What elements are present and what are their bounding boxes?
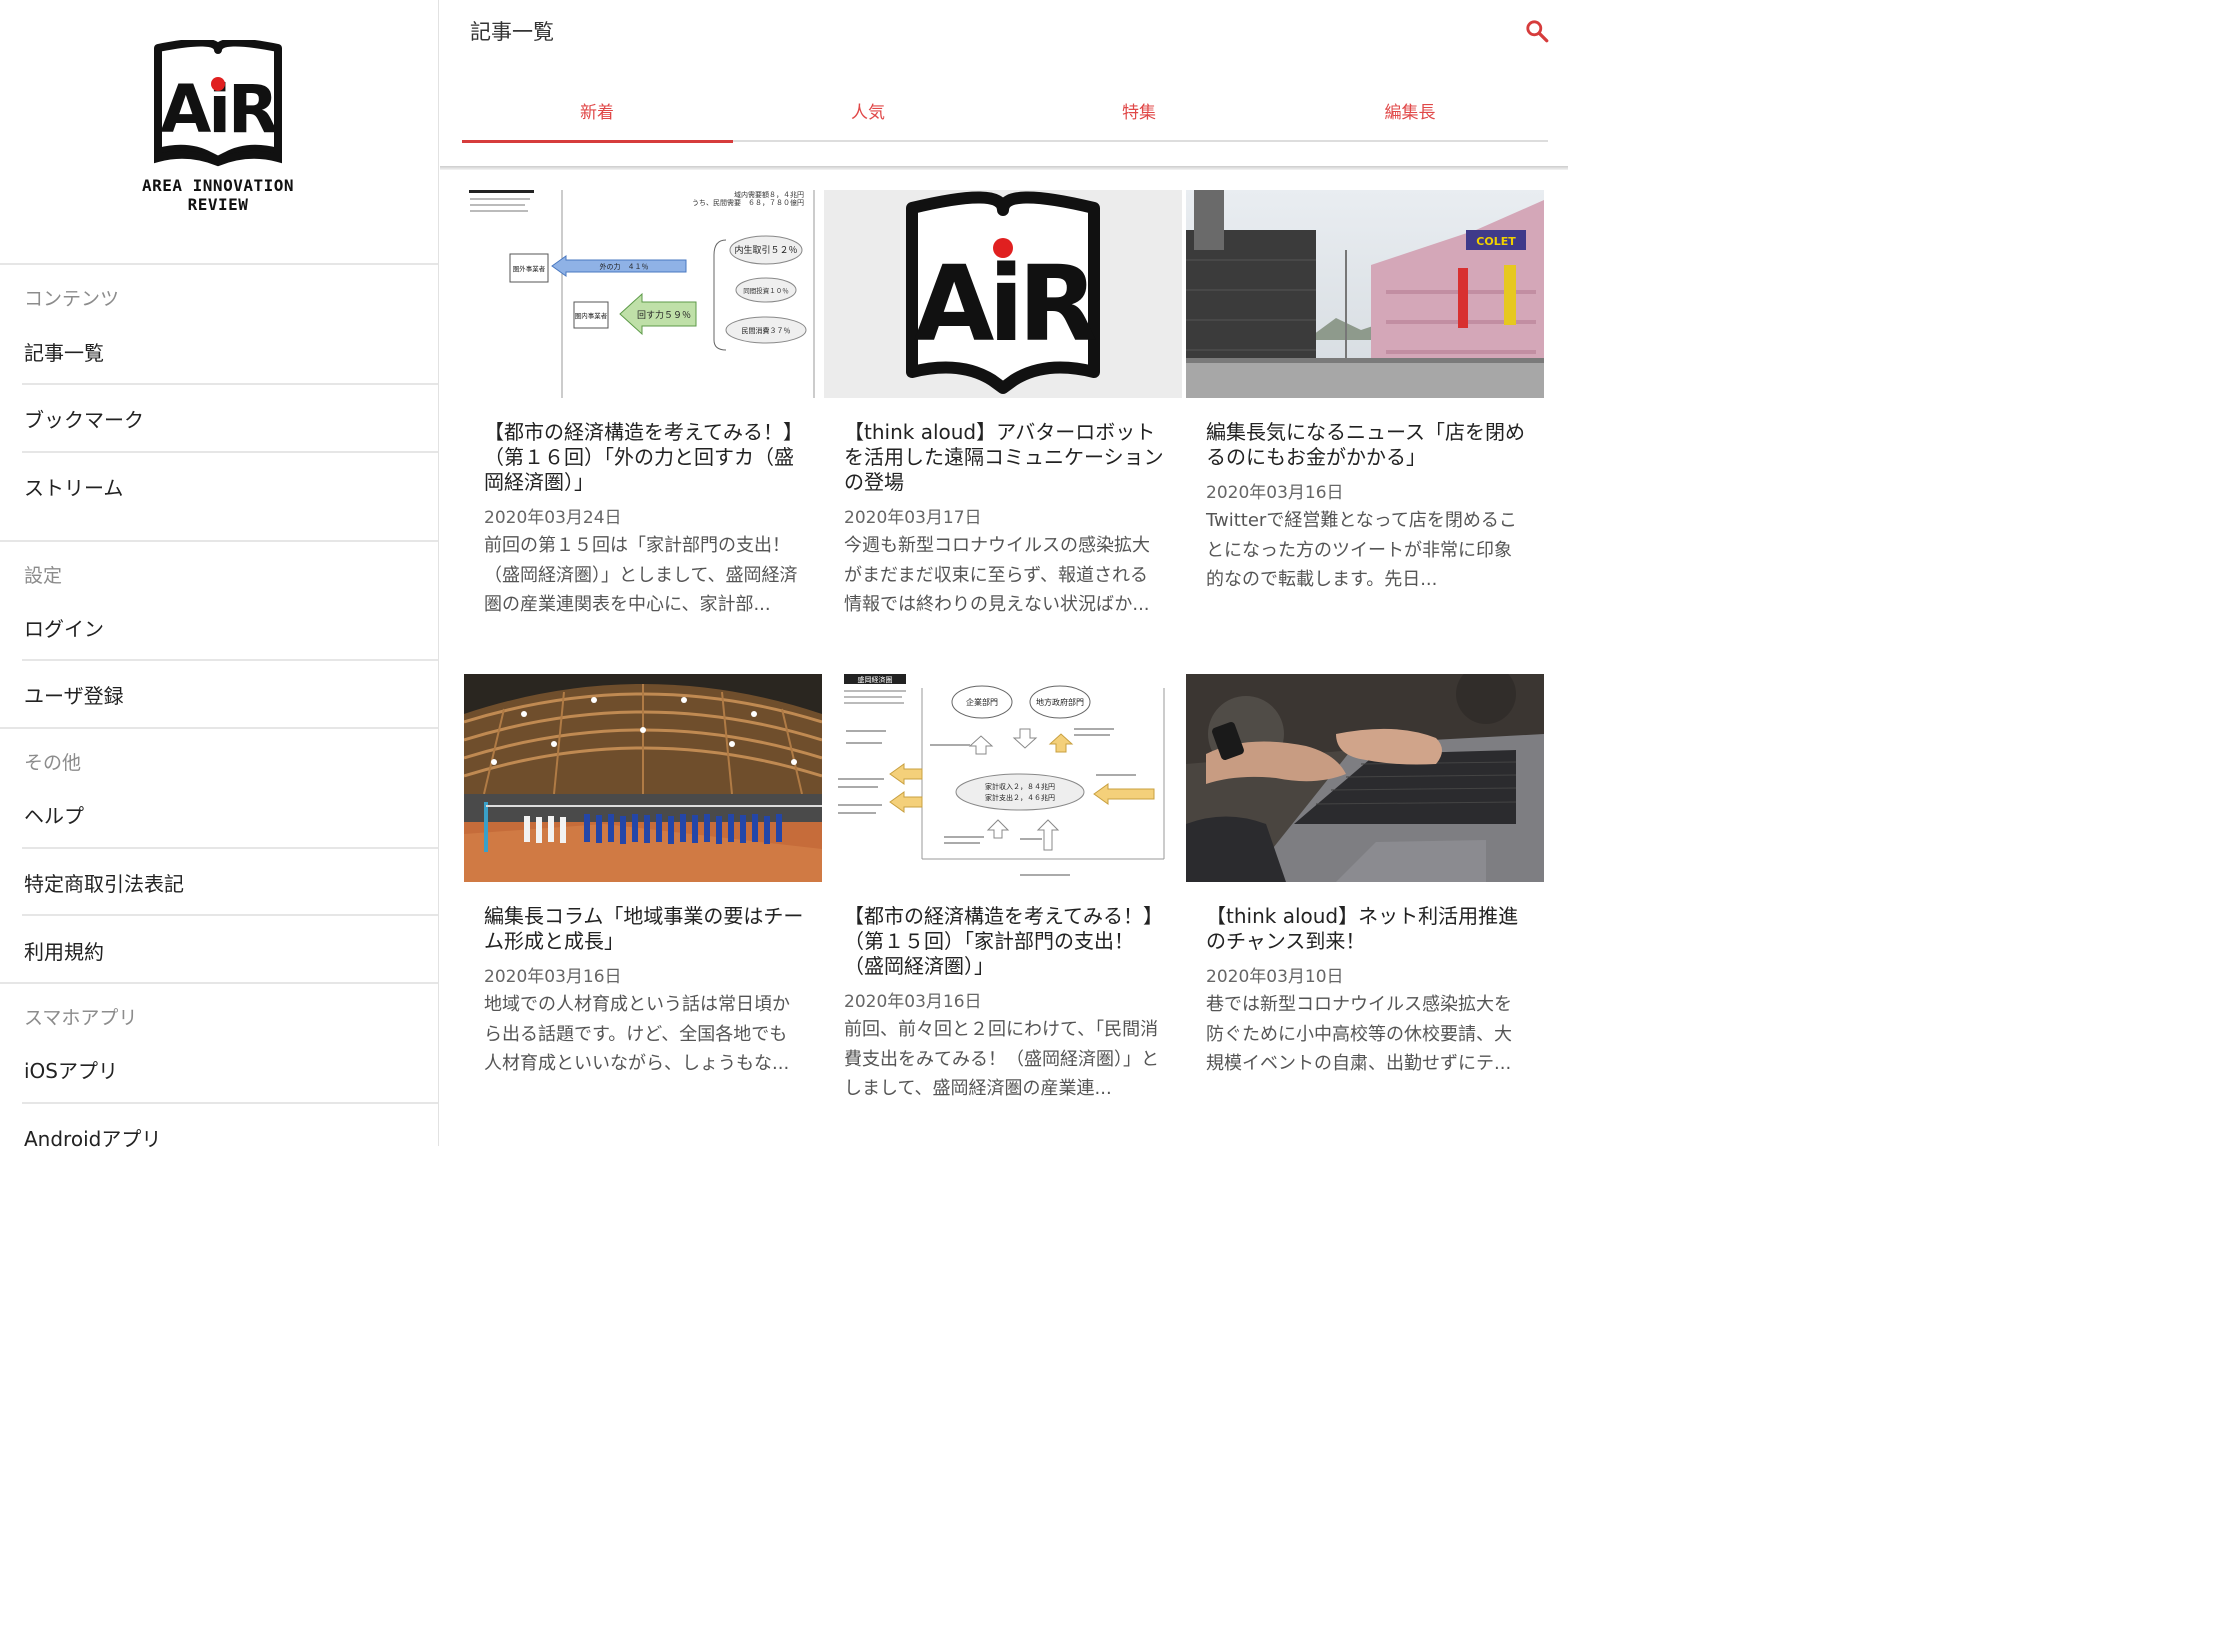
article-title[interactable]: 【think aloud】アバターロボットを活用した遠隔コミュニケーションの登場 — [844, 420, 1164, 495]
item-divider — [22, 383, 438, 385]
search-icon[interactable] — [1524, 18, 1550, 44]
sidebar-item-articles[interactable]: 記事一覧 — [24, 337, 104, 366]
svg-text:AiR: AiR — [914, 243, 1096, 365]
diagram-oval-1: 内生取引５２％ — [734, 244, 797, 256]
item-divider — [22, 847, 438, 849]
sidebar-item-ios-app[interactable]: iOSアプリ — [24, 1055, 118, 1084]
diagram-internal-box: 圏内事業者 — [575, 311, 608, 320]
tab-editor-in-chief[interactable]: 編集長 — [1275, 98, 1545, 144]
article-title[interactable]: 編集長気になるニュース「店を閉めるのにもお金がかかる」 — [1206, 420, 1526, 470]
article-date: 2020年03月16日 — [844, 992, 982, 1012]
sidebar-item-help[interactable]: ヘルプ — [24, 800, 84, 829]
diagram-government: 地方政府部門 — [1036, 697, 1084, 707]
article-date: 2020年03月16日 — [484, 967, 622, 987]
diagram-center-1: 家計収入２，８４兆円 — [985, 782, 1055, 791]
section-divider — [0, 982, 438, 984]
item-divider — [22, 914, 438, 916]
sidebar-item-register[interactable]: ユーザ登録 — [24, 680, 124, 709]
diagram-oval-3: 民間消費３７％ — [742, 326, 791, 335]
article-excerpt: 前回の第１５回は「家計部門の支出！（盛岡経済圏）」としまして、盛岡経済圏の産業連… — [484, 535, 798, 615]
header-shadow — [440, 166, 1568, 170]
logo-tagline: AREA INNOVATION REVIEW — [142, 176, 294, 214]
diagram-tag: 盛岡経済圏 — [858, 675, 893, 684]
store-sign: COLET — [1476, 235, 1516, 248]
diagram-header-1: 域内需要額８，４兆円 — [734, 190, 804, 199]
sidebar-item-commerce-law[interactable]: 特定商取引法表記 — [24, 868, 184, 897]
sidebar-item-terms[interactable]: 利用規約 — [24, 936, 104, 965]
article-thumbnail-laptop-typing-photo[interactable] — [1186, 674, 1544, 882]
diagram-center-2: 家計支出２，４６兆円 — [985, 793, 1055, 802]
item-divider — [22, 1102, 438, 1104]
section-heading-other: その他 — [24, 752, 82, 774]
page-title: 記事一覧 — [470, 20, 554, 44]
article-thumbnail-city-buildings-photo[interactable]: COLET — [1186, 190, 1544, 398]
article-thumbnail-volleyball-gym-photo[interactable] — [464, 674, 822, 882]
section-divider — [0, 540, 438, 542]
article-excerpt: 前回、前々回と２回にわけて、「民間消費支出をみてみる！（盛岡経済圏）」としまして… — [844, 1019, 1159, 1099]
article-date: 2020年03月24日 — [484, 508, 622, 528]
article-title[interactable]: 編集長コラム「地域事業の要はチーム形成と成長」 — [484, 904, 804, 954]
app-header: 記事一覧 新着 人気 特集 編集長 — [440, 0, 1568, 170]
article-card[interactable]: 【think aloud】ネット利活用推進のチャンス到来！ 2020年03月10… — [1186, 674, 1544, 1124]
section-divider — [0, 727, 438, 729]
diagram-external-arrow: 外の力 ４１％ — [600, 262, 649, 271]
article-card[interactable]: AiR 【think aloud】アバターロボットを活用した遠隔コミュニケーショ… — [824, 190, 1182, 660]
item-divider — [22, 659, 438, 661]
article-card[interactable]: 盛岡経済圏 企業部門 地方政府部門 家計収入２，８４兆円 家計支出２，４６兆円 … — [824, 674, 1182, 1146]
section-divider — [0, 263, 438, 265]
article-excerpt: 地域での人材育成という話は常日頃から出る話題です。けど、全国各地でも人材育成とい… — [484, 994, 790, 1074]
sidebar-item-bookmarks[interactable]: ブックマーク — [24, 404, 144, 433]
article-thumbnail-household-flow-diagram[interactable]: 盛岡経済圏 企業部門 地方政府部門 家計収入２，８４兆円 家計支出２，４６兆円 — [824, 674, 1182, 882]
article-card[interactable]: 編集長コラム「地域事業の要はチーム形成と成長」 2020年03月16日 地域での… — [464, 674, 822, 1124]
active-tab-indicator — [462, 140, 733, 143]
tab-new[interactable]: 新着 — [462, 98, 732, 144]
article-thumbnail-economic-flow-diagram[interactable]: 域内需要額８，４兆円 うち、民間需要 ６８，７８０億円 圏外事業者 外の力 ４１… — [464, 190, 822, 398]
tab-popular[interactable]: 人気 — [733, 98, 1003, 144]
article-excerpt: Twitterで経営難となって店を閉めることになった方のツイートが非常に印象的な… — [1206, 510, 1517, 590]
sidebar-item-android-app[interactable]: Androidアプリ — [24, 1123, 161, 1152]
item-divider — [22, 451, 438, 453]
tab-featured[interactable]: 特集 — [1004, 98, 1274, 144]
article-title[interactable]: 【think aloud】ネット利活用推進のチャンス到来！ — [1206, 904, 1526, 954]
diagram-header-2: うち、民間需要 ６８，７８０億円 — [692, 198, 804, 207]
diagram-company: 企業部門 — [966, 697, 998, 707]
article-card[interactable]: COLET 編集長気になるニュース「店を閉めるのにもお金がかかる」 2020年0… — [1186, 190, 1544, 660]
diagram-internal-arrow: 回す力５９％ — [637, 309, 691, 321]
sidebar-item-stream[interactable]: ストリーム — [24, 472, 123, 501]
diagram-external-box: 圏外事業者 — [513, 264, 546, 273]
article-title[interactable]: 【都市の経済構造を考えてみる！】（第１６回）「外の力と回すカ（盛岡経済圏）」 — [484, 420, 804, 495]
article-title[interactable]: 【都市の経済構造を考えてみる！】（第１５回）「家計部門の支出！（盛岡経済圏）」 — [844, 904, 1164, 979]
sidebar-item-login[interactable]: ログイン — [24, 613, 104, 642]
sidebar: AiR AREA INNOVATION REVIEW コンテンツ 記事一覧 ブッ… — [0, 0, 439, 1151]
diagram-oval-2: 同間投資１０％ — [743, 286, 789, 295]
article-date: 2020年03月17日 — [844, 508, 982, 528]
article-thumbnail-air-logo[interactable]: AiR — [824, 190, 1182, 398]
article-date: 2020年03月10日 — [1206, 967, 1344, 987]
section-heading-settings: 設定 — [24, 565, 63, 587]
article-card[interactable]: 域内需要額８，４兆円 うち、民間需要 ６８，７８０億円 圏外事業者 外の力 ４１… — [464, 190, 822, 660]
section-heading-contents: コンテンツ — [24, 288, 120, 310]
article-excerpt: 今週も新型コロナウイルスの感染拡大がまだまだ収束に至らず、報道される情報では終わ… — [844, 535, 1150, 615]
article-excerpt: 巷では新型コロナウイルス感染拡大を防ぐために小中高校等の休校要請、大規模イベント… — [1206, 994, 1512, 1074]
article-date: 2020年03月16日 — [1206, 483, 1344, 503]
section-heading-apps: スマホアプリ — [24, 1007, 138, 1029]
